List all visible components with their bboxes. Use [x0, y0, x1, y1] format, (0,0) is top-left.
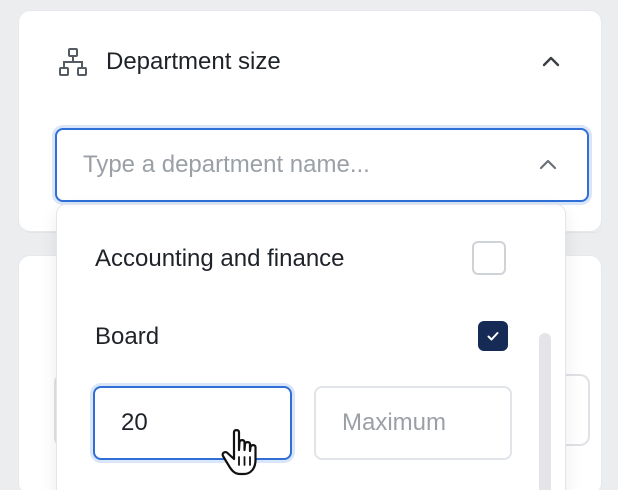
department-search-field[interactable] [55, 128, 589, 202]
section-header[interactable]: Department size [58, 40, 578, 84]
checkbox-board[interactable] [478, 321, 508, 351]
department-dropdown: Accounting and finance Board [56, 204, 566, 490]
chevron-up-icon[interactable] [537, 154, 559, 176]
org-chart-icon [58, 47, 88, 77]
dropdown-scrollbar[interactable] [539, 333, 551, 490]
department-search-input[interactable] [81, 150, 515, 180]
checkbox-accounting[interactable] [472, 241, 506, 275]
hand-pointer-cursor-icon [220, 428, 264, 478]
section-title: Department size [106, 48, 281, 75]
option-label-accounting[interactable]: Accounting and finance [95, 245, 345, 273]
check-icon [487, 332, 499, 341]
chevron-up-icon[interactable] [538, 49, 564, 75]
maximum-size-field[interactable] [314, 386, 512, 460]
filter-panel: Department size Accounting and finance B… [0, 0, 618, 490]
option-label-board[interactable]: Board [95, 323, 159, 351]
maximum-size-input[interactable] [340, 408, 494, 438]
